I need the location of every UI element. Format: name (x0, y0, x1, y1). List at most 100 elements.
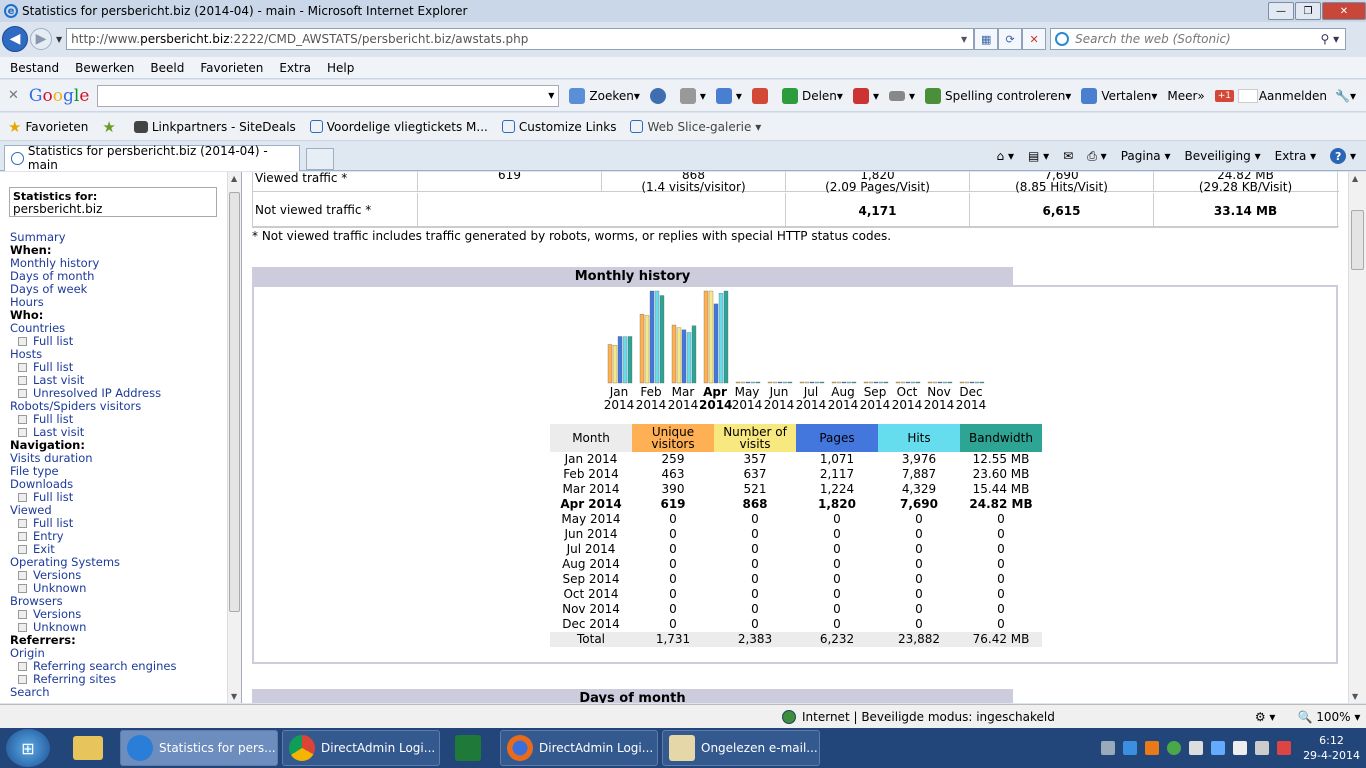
scroll-up-icon[interactable]: ▲ (231, 174, 237, 183)
bookmark-button[interactable]: ▾ (715, 87, 742, 104)
refresh-icon[interactable]: ⟳ (998, 28, 1023, 50)
share-button[interactable]: Delen ▾ (781, 87, 843, 104)
device-icon[interactable] (1211, 741, 1226, 755)
feeds-icon[interactable]: ▤ ▾ (1028, 149, 1049, 163)
fav-link-webslice[interactable]: Web Slice-galerie ▾ (630, 120, 761, 134)
taskbar-item-chrome[interactable]: DirectAdmin Logi... (282, 730, 440, 766)
chart-bar-hits (654, 290, 660, 384)
right-scrollbar[interactable]: ▲ ▼ (1348, 172, 1366, 703)
chart-bar-bandwidth (691, 325, 697, 384)
signin-button[interactable]: Aanmelden 🔧▾ (1259, 89, 1356, 103)
search-icon[interactable]: ⚲ ▾ (1321, 32, 1340, 46)
monthly-history-box: Jan 2014 Feb 2014 Mar 2014 Apr 2014 May 2014 Jun 20… (252, 285, 1338, 664)
google-search-input[interactable]: ▼ (97, 84, 560, 107)
scroll-down-icon[interactable]: ▼ (231, 692, 237, 701)
left-scroll-thumb[interactable] (229, 192, 240, 612)
fav-link-customize[interactable]: Customize Links (501, 120, 616, 134)
left-scrollbar[interactable]: ▲ ▼ (227, 172, 241, 703)
forward-button[interactable]: ▶ (30, 28, 52, 50)
clock[interactable]: 6:12 29-4-2014 (1303, 733, 1360, 763)
close-toolbar-icon[interactable]: ✕ (8, 88, 19, 103)
not-viewed-pages: 4,171 (785, 192, 969, 227)
chart-bar-pages (649, 290, 655, 384)
table-cell: 7,887 (901, 467, 937, 481)
keyboard-icon[interactable] (1101, 741, 1116, 755)
network-icon[interactable] (1189, 741, 1204, 755)
spellcheck-button[interactable]: Spelling controleren ▾ (925, 87, 1071, 104)
address-input[interactable]: http://www. persbericht.biz:2222/CMD_AWST… (66, 28, 975, 50)
back-button[interactable]: ◀ (2, 26, 28, 52)
sidebar-subitem[interactable]: Full list (10, 335, 225, 348)
gplus-share-button[interactable] (751, 87, 772, 104)
taskbar-item-firefox[interactable]: DirectAdmin Logi... (500, 730, 658, 766)
chart-bar-number-of-visits (804, 381, 810, 384)
address-dropdown-icon[interactable]: ▼ (961, 35, 967, 44)
minimize-button[interactable]: — (1268, 2, 1294, 20)
sidebar-item[interactable]: Search (10, 686, 225, 699)
stop-icon[interactable]: ✕ (1022, 28, 1047, 50)
table-cell: 259 (661, 452, 685, 466)
close-window-button[interactable]: ✕ (1322, 2, 1366, 20)
google-search-button[interactable]: Zoeken ▾ (569, 87, 640, 104)
menu-view[interactable]: Beeld (150, 61, 184, 75)
taskbar-item-ie[interactable]: Statistics for pers... (120, 730, 278, 766)
table-cell: 0 (915, 542, 923, 556)
search-input[interactable]: Search the web (Softonic) ⚲ ▾ (1050, 28, 1347, 50)
scroll-up-icon[interactable]: ▲ (1352, 174, 1358, 183)
zoom-control[interactable]: 🔍 100% ▾ (1297, 710, 1360, 724)
more-button[interactable]: Meer » (1167, 89, 1204, 103)
chrome-tray-icon[interactable] (1167, 741, 1182, 755)
download-icon[interactable] (1123, 741, 1138, 755)
chart-month-year: 2014 (795, 398, 827, 412)
globe-button[interactable] (649, 87, 670, 104)
plus-one-button[interactable]: +1 (1214, 88, 1259, 103)
display-icon[interactable] (1255, 741, 1270, 755)
signin-label: Aanmelden (1258, 88, 1328, 103)
chart-bar-number-of-visits (740, 381, 746, 384)
start-button[interactable]: ⊞ (6, 729, 50, 767)
fav-link-vliegtickets[interactable]: Voordelige vliegtickets M... (309, 120, 488, 134)
table-row: Jan 2014 259 357 1,071 3,976 12.55 MB (550, 452, 1042, 467)
menu-help[interactable]: Help (327, 61, 354, 75)
security-menu[interactable]: Beveiliging ▾ (1185, 149, 1261, 163)
extra-menu[interactable]: Extra ▾ (1275, 149, 1317, 163)
mail-icon[interactable]: ✉ (1063, 149, 1073, 163)
translate-button[interactable]: Vertalen ▾ (1081, 87, 1157, 104)
chart-bar-number-of-visits (676, 327, 682, 384)
right-scroll-thumb[interactable] (1351, 210, 1364, 270)
google-toolbar: ✕ Google ▼ Zoeken ▾ ▾ ▾ Delen ▾ ▾ ▾ Spel… (0, 80, 1366, 112)
history-dropdown-icon[interactable]: ▼ (56, 35, 62, 44)
favorites-button[interactable]: ★ Favorieten (8, 118, 88, 136)
table-cell: 0 (997, 617, 1005, 631)
page-menu[interactable]: Pagina ▾ (1121, 149, 1171, 163)
volume-muted-icon[interactable] (1277, 741, 1292, 755)
protected-mode-icon[interactable]: ⚙ ▾ (1255, 710, 1276, 724)
page-tools-button[interactable]: ▾ (679, 87, 706, 104)
table-header-cell: Month (550, 424, 632, 452)
print-icon[interactable]: ⎙ ▾ (1087, 149, 1106, 164)
compat-view-icon[interactable]: ▦ (974, 28, 999, 50)
menu-edit[interactable]: Bewerken (75, 61, 134, 75)
scroll-down-icon[interactable]: ▼ (1352, 692, 1358, 701)
autofill-button[interactable]: ▾ (888, 89, 915, 103)
fav-link-linkpartners[interactable]: Linkpartners - SiteDeals (133, 120, 296, 134)
tab-statistics[interactable]: Statistics for persbericht.biz (2014-04)… (4, 144, 300, 172)
explorer-taskbar-icon[interactable] (64, 730, 116, 766)
chart-bar-number-of-visits (612, 345, 618, 384)
add-favorite-button[interactable]: ★ (102, 118, 119, 136)
popup-blocker-button[interactable]: ▾ (852, 87, 879, 104)
taskbar-item-mail[interactable]: Ongelezen e-mail... (662, 730, 820, 766)
table-cell: Mar 2014 (562, 482, 620, 496)
menu-file[interactable]: Bestand (10, 61, 59, 75)
maximize-button[interactable]: ❐ (1295, 2, 1321, 20)
new-tab-button[interactable] (306, 148, 334, 170)
chart-bar-pages (937, 381, 943, 384)
flag-icon[interactable] (1233, 741, 1248, 755)
menu-tools[interactable]: Extra (279, 61, 311, 75)
excel-taskbar-icon[interactable] (444, 730, 496, 766)
menu-favorites[interactable]: Favorieten (200, 61, 263, 75)
home-icon[interactable]: ⌂ ▾ (997, 149, 1014, 163)
help-menu[interactable]: ? ▾ (1330, 148, 1356, 164)
wrench-icon[interactable]: 🔧▾ (1335, 89, 1356, 103)
update-icon[interactable] (1145, 741, 1160, 755)
